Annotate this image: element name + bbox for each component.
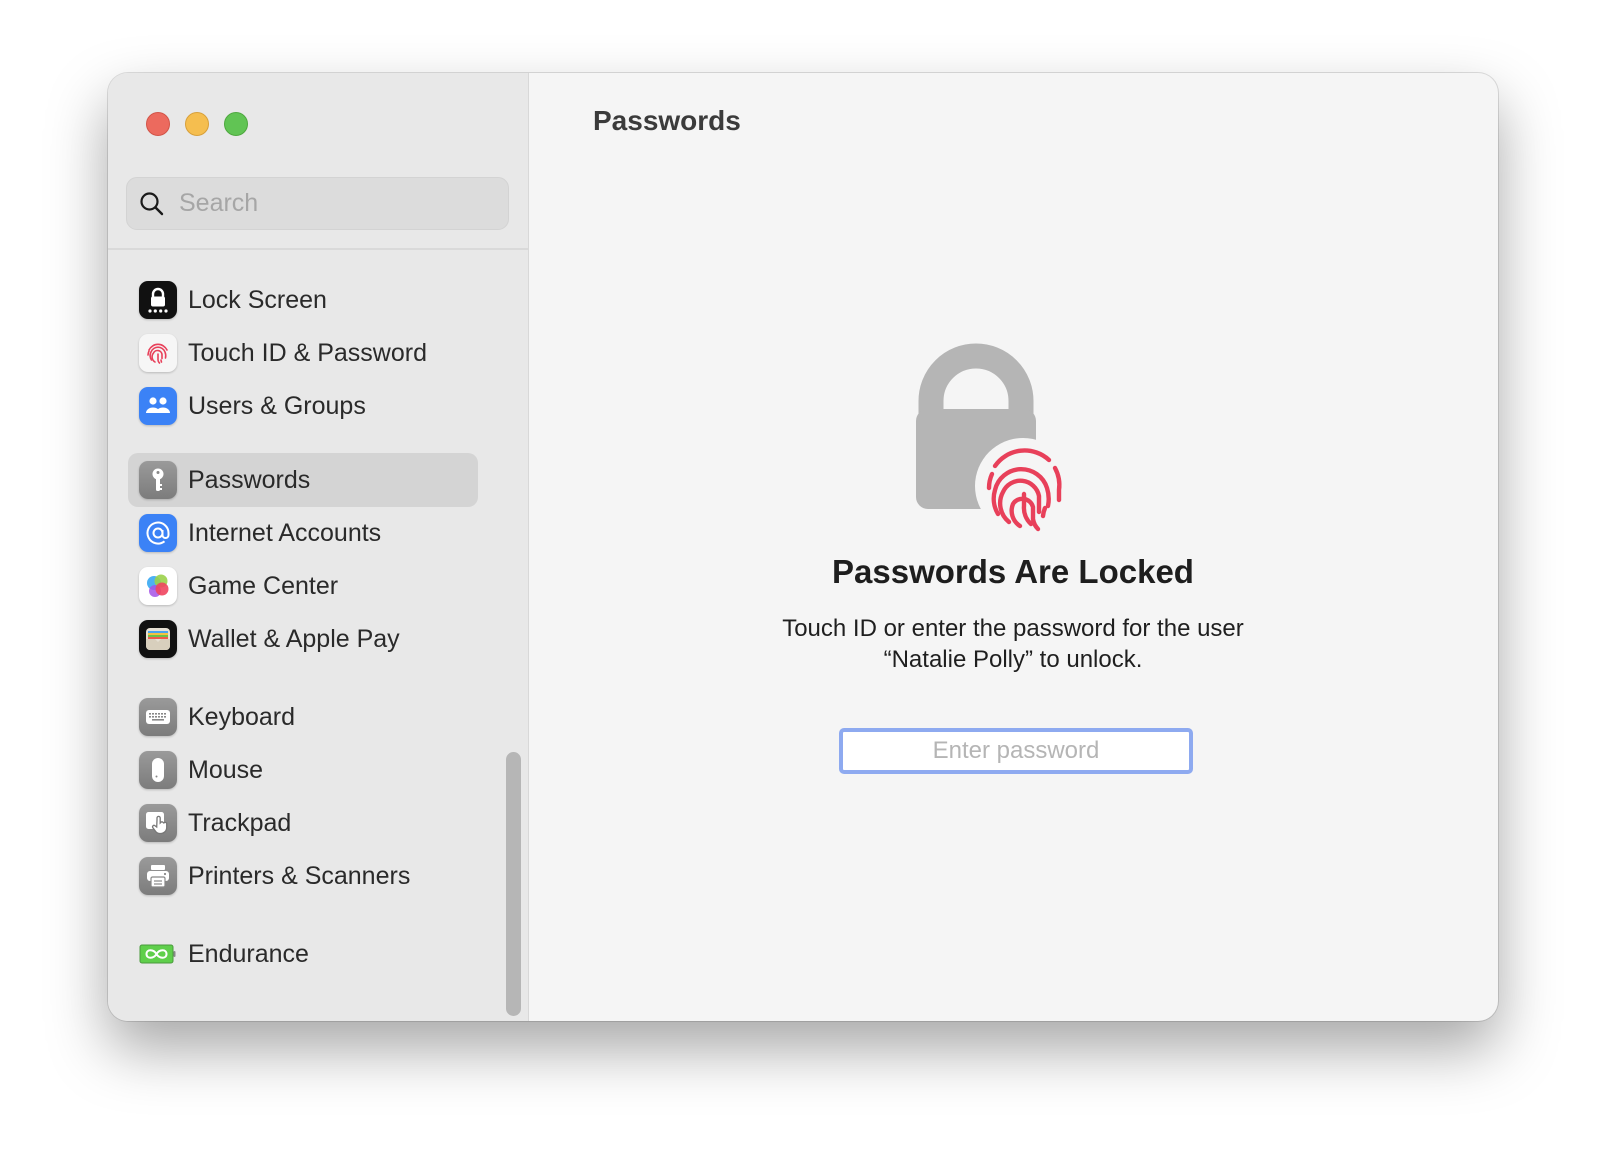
lock-with-fingerprint-icon	[916, 341, 1076, 541]
maximize-button[interactable]	[224, 112, 248, 136]
sidebar-item-label: Users & Groups	[188, 391, 366, 420]
minimize-button[interactable]	[185, 112, 209, 136]
sidebar-item-label: Mouse	[188, 755, 264, 784]
system-settings-window: Lock Screen Touch ID & Password	[108, 73, 1498, 1021]
password-input[interactable]	[843, 736, 1189, 766]
sidebar-item-trackpad[interactable]: Trackpad	[128, 796, 478, 850]
locked-description-line: Touch ID or enter the password for the u…	[782, 615, 1244, 642]
password-field[interactable]	[839, 728, 1193, 774]
sidebar-item-label: Endurance	[188, 939, 309, 968]
sidebar-item-label: Wallet & Apple Pay	[188, 624, 400, 653]
close-button[interactable]	[146, 112, 170, 136]
locked-description: Touch ID or enter the password for the u…	[528, 613, 1498, 675]
sidebar-item-endurance[interactable]: Endurance	[128, 927, 478, 981]
search-icon	[140, 191, 164, 215]
sidebar: Lock Screen Touch ID & Password	[108, 73, 529, 1021]
endurance-battery-icon	[139, 935, 177, 973]
keyboard-icon	[139, 698, 177, 736]
locked-heading: Passwords Are Locked	[832, 553, 1194, 590]
at-sign-icon	[139, 514, 177, 552]
sidebar-item-label: Touch ID & Password	[188, 338, 427, 367]
printer-icon	[139, 857, 177, 895]
sidebar-item-lock-screen[interactable]: Lock Screen	[128, 273, 478, 327]
sidebar-item-printers-scanners[interactable]: Printers & Scanners	[128, 849, 478, 903]
trackpad-icon	[139, 804, 177, 842]
search-input[interactable]	[177, 188, 481, 219]
key-icon	[139, 461, 177, 499]
sidebar-item-passwords[interactable]: Passwords	[128, 453, 478, 507]
sidebar-item-users-groups[interactable]: Users & Groups	[128, 379, 478, 433]
sidebar-item-label: Internet Accounts	[188, 518, 382, 547]
sidebar-item-label: Trackpad	[188, 808, 292, 837]
mouse-icon	[139, 751, 177, 789]
game-center-icon	[139, 567, 177, 605]
sidebar-scrollbar[interactable]	[506, 752, 521, 1016]
lock-screen-icon	[139, 281, 177, 319]
users-icon	[139, 387, 177, 425]
locked-description-line: “Natalie Polly” to unlock.	[883, 646, 1143, 673]
sidebar-item-mouse[interactable]: Mouse	[128, 743, 478, 797]
sidebar-item-game-center[interactable]: Game Center	[128, 559, 478, 613]
sidebar-item-label: Passwords	[188, 465, 311, 494]
sidebar-item-touch-id-password[interactable]: Touch ID & Password	[128, 326, 478, 380]
search-field[interactable]	[126, 177, 509, 230]
sidebar-item-label: Game Center	[188, 571, 339, 600]
fingerprint-icon	[139, 334, 177, 372]
sidebar-item-label: Keyboard	[188, 702, 296, 731]
sidebar-divider	[108, 248, 528, 250]
sidebar-item-label: Printers & Scanners	[188, 861, 411, 890]
sidebar-item-label: Lock Screen	[188, 285, 327, 314]
window-controls	[146, 112, 248, 136]
page-title: Passwords	[593, 105, 741, 136]
sidebar-item-keyboard[interactable]: Keyboard	[128, 690, 478, 744]
sidebar-item-internet-accounts[interactable]: Internet Accounts	[128, 506, 478, 560]
wallet-icon	[139, 620, 177, 658]
sidebar-item-wallet-apple-pay[interactable]: Wallet & Apple Pay	[128, 612, 478, 666]
